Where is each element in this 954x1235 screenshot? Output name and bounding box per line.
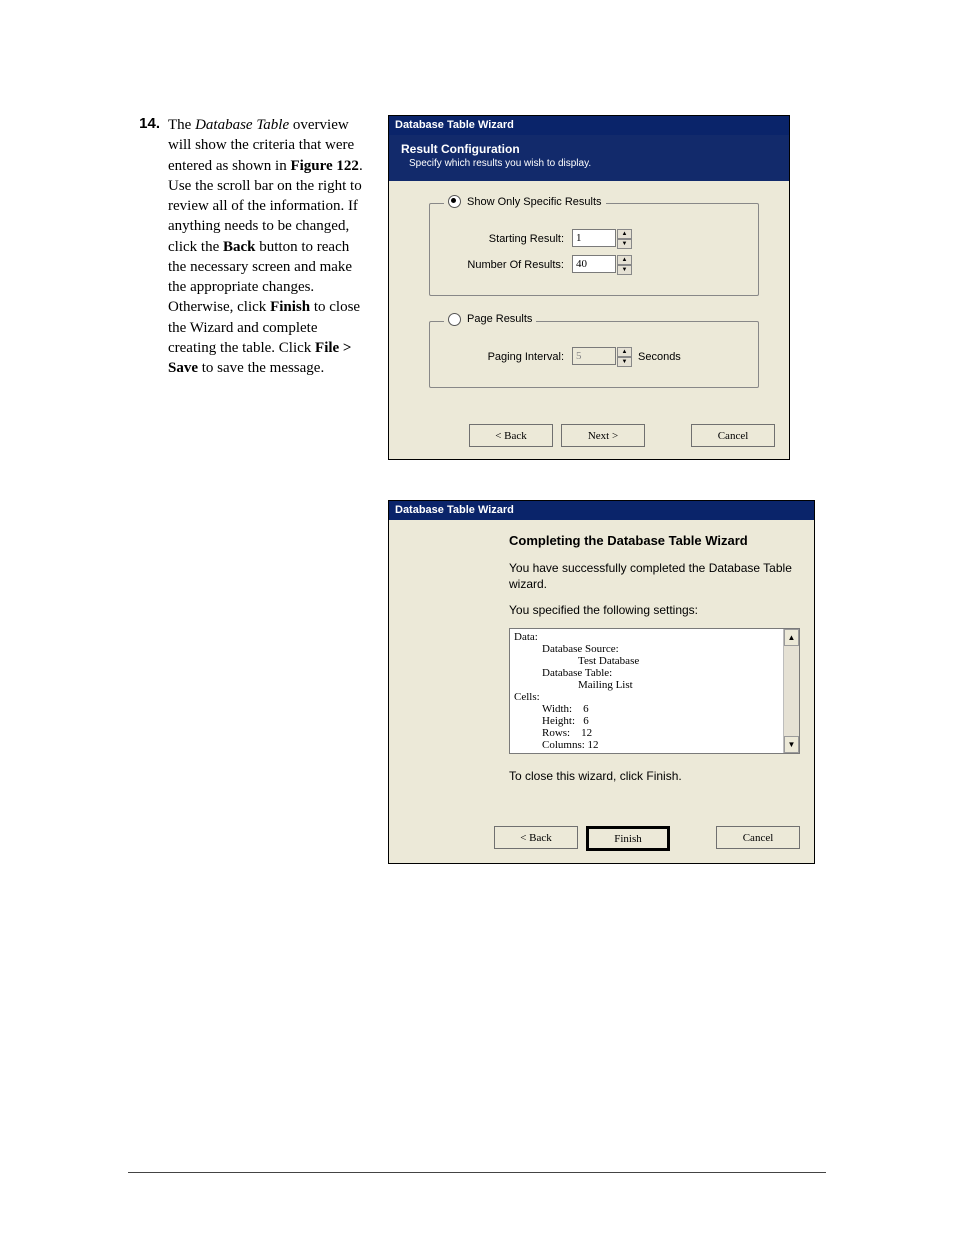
completing-title: Completing the Database Table Wizard [509,532,800,550]
number-results-input[interactable] [572,255,616,273]
paging-interval-spinner: ▲▼ [572,347,632,367]
instruction-step: 14. The Database Table overview will sho… [130,115,844,904]
page-results-radio[interactable] [448,313,461,326]
paging-interval-input [572,347,616,365]
spin-up-icon[interactable]: ▲ [617,255,632,265]
result-config-dialog: Database Table Wizard Result Configurati… [388,115,790,460]
number-results-spinner[interactable]: ▲▼ [572,255,632,275]
banner-subtitle: Specify which results you wish to displa… [409,157,777,171]
starting-result-spinner[interactable]: ▲▼ [572,229,632,249]
scroll-down-icon[interactable]: ▼ [784,736,799,753]
scroll-up-icon[interactable]: ▲ [784,629,799,646]
cancel-button[interactable]: Cancel [691,424,775,447]
specific-results-group: Show Only Specific Results Starting Resu… [429,195,759,297]
banner-title: Result Configuration [401,141,777,157]
wizard-side-graphic [389,520,499,817]
starting-result-label: Starting Result: [444,232,564,247]
spin-down-icon[interactable]: ▼ [617,265,632,275]
back-button[interactable]: < Back [494,826,578,849]
cancel-button[interactable]: Cancel [716,826,800,849]
spin-up-icon[interactable]: ▲ [617,229,632,239]
spin-down-icon: ▼ [617,357,632,367]
spin-down-icon[interactable]: ▼ [617,239,632,249]
show-specific-radio[interactable] [448,195,461,208]
dialog-banner: Result Configuration Specify which resul… [389,135,789,181]
back-button[interactable]: < Back [469,424,553,447]
paging-interval-label: Paging Interval: [444,350,564,365]
next-button[interactable]: Next > [561,424,645,447]
close-instruction: To close this wizard, click Finish. [509,768,800,784]
settings-summary-list[interactable]: Data: Database Source: Test Database Dat… [509,628,800,754]
spin-up-icon: ▲ [617,347,632,357]
completing-text-2: You specified the following settings: [509,603,800,619]
paging-unit: Seconds [638,350,681,365]
step-number: 14. [130,115,168,132]
dialog-titlebar: Database Table Wizard [389,116,789,135]
number-results-label: Number Of Results: [444,258,564,273]
finish-button[interactable]: Finish [586,826,670,851]
completing-wizard-dialog: Database Table Wizard Completing the Dat… [388,500,815,864]
starting-result-input[interactable] [572,229,616,247]
dialog-titlebar: Database Table Wizard [389,501,814,520]
page-results-group: Page Results Paging Interval: ▲▼ Seconds [429,312,759,388]
completing-text-1: You have successfully completed the Data… [509,561,800,592]
scrollbar[interactable]: ▲ ▼ [783,629,799,753]
footer-rule [128,1172,826,1173]
step-text: The Database Table overview will show th… [168,115,363,378]
